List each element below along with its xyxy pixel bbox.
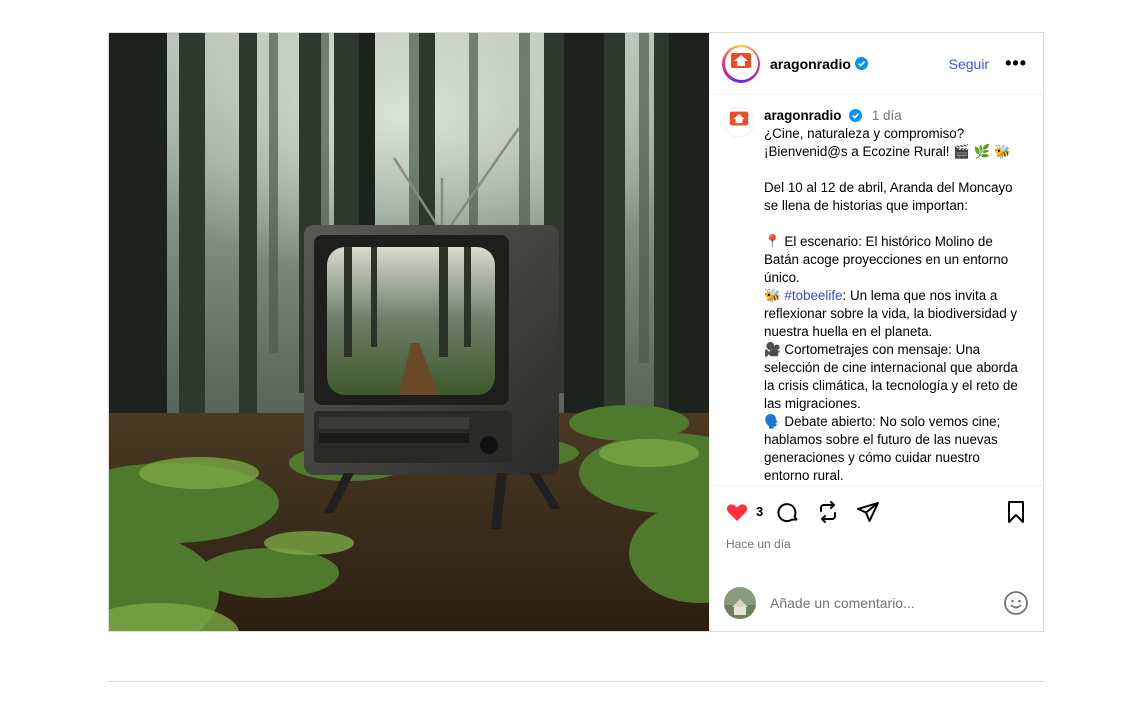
emoji-icon[interactable]	[1003, 590, 1029, 616]
more-options-icon[interactable]: •••	[1005, 53, 1027, 74]
caption-line: ¿Cine, naturaleza y compromiso?	[764, 126, 965, 141]
comment-icon	[777, 502, 798, 522]
caption-username[interactable]: aragonradio	[764, 108, 841, 123]
post-card: aragonradio Seguir ••• aragonradio 1 día…	[108, 32, 1044, 632]
heart-icon	[726, 503, 748, 521]
bee-emoji: 🐝	[764, 288, 781, 303]
follow-button[interactable]: Seguir	[949, 56, 989, 72]
send-icon	[857, 501, 880, 522]
caption-time: 1 día	[871, 108, 902, 123]
save-button[interactable]	[1003, 499, 1029, 525]
caption-line: Del 10 al 12 de abril, Aranda del Moncay…	[764, 180, 1017, 213]
forest-tv-illustration	[109, 33, 709, 631]
caption-line	[764, 161, 1027, 179]
post-sidebar: aragonradio Seguir ••• aragonradio 1 día…	[709, 33, 1043, 631]
caption-area: aragonradio 1 día ¿Cine, naturaleza y co…	[710, 95, 1043, 485]
header-username[interactable]: aragonradio	[770, 56, 851, 72]
comment-input[interactable]	[768, 594, 1003, 612]
caption-line: ¡Bienvenid@s a Ecozine Rural! 🎬 🌿 🐝	[764, 144, 1011, 159]
caption-line: 📍 El escenario: El histórico Molino de B…	[764, 234, 1012, 285]
caption-line	[764, 215, 1027, 233]
post-image[interactable]	[109, 33, 709, 631]
action-bar: 3	[710, 485, 1043, 537]
comment-box	[710, 575, 1043, 631]
post-header: aragonradio Seguir •••	[710, 33, 1043, 95]
post-time-ago: Hace un día	[726, 537, 791, 551]
caption-hashtag-line: 🐝 #tobeelife: Un lema que nos invita a r…	[764, 287, 1027, 341]
caption-text: aragonradio 1 día ¿Cine, naturaleza y co…	[764, 107, 1027, 483]
avatar[interactable]	[722, 44, 760, 83]
share-button[interactable]	[855, 499, 881, 525]
user-avatar	[724, 587, 756, 619]
verified-badge-icon	[849, 109, 863, 122]
repost-icon	[820, 500, 837, 523]
like-button[interactable]	[724, 499, 750, 525]
comment-button[interactable]	[775, 499, 801, 525]
repost-button[interactable]	[815, 499, 841, 525]
like-count[interactable]: 3	[756, 504, 763, 519]
aragon-radio-logo	[728, 51, 754, 77]
hashtag-link[interactable]: #tobeelife	[784, 288, 842, 303]
caption-line: 🎥 Cortometrajes con mensaje: Una selecci…	[764, 342, 1022, 411]
bookmark-icon	[1008, 500, 1024, 523]
divider	[108, 681, 1044, 682]
caption-line: 🗣️ Debate abierto: No solo vemos cine; h…	[764, 414, 1004, 483]
verified-badge-icon	[854, 57, 868, 70]
caption-avatar[interactable]	[723, 106, 756, 477]
